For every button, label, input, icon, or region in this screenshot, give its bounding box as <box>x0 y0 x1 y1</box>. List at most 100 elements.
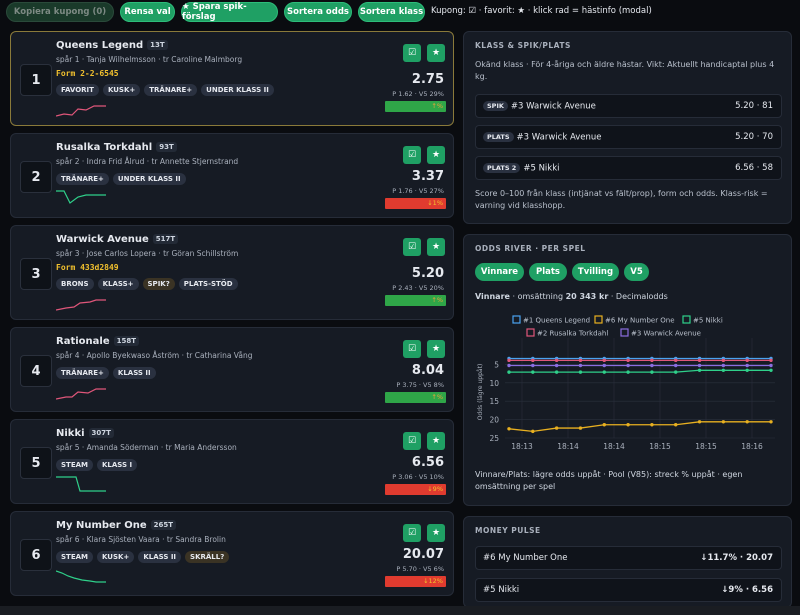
win-odds: 8.04 <box>411 363 444 378</box>
data-point <box>626 363 630 368</box>
starts-badge: 158T <box>113 336 139 346</box>
horse-card[interactable]: 4 Rationale 158T spår 4 · Apollo Byekwaso… <box>10 327 454 412</box>
horse-card[interactable]: 6 My Number One 265T spår 6 · Klara Sjöst… <box>10 511 454 596</box>
horse-card[interactable]: 3 Warwick Avenue 517T spår 3 · Jose Carlo… <box>10 225 454 320</box>
data-point <box>674 423 678 427</box>
place-v5: P 1.76 · V5 27% <box>392 187 444 195</box>
save-spik-button[interactable]: ★ Spara spik-förslag <box>181 2 278 22</box>
coupon-checkbox-icon[interactable]: ☑ <box>403 432 421 450</box>
tab-tvilling[interactable]: Tvilling <box>572 263 619 281</box>
horse-card[interactable]: 5 Nikki 307T spår 5 · Amanda Söderman · t… <box>10 419 454 504</box>
tab-plats[interactable]: Plats <box>529 263 567 281</box>
coupon-checkbox-icon[interactable]: ☑ <box>403 340 421 358</box>
pulse-row[interactable]: #5 Nikki ↓9% · 6.56 <box>475 578 782 602</box>
odds-river-chart: #1 Queens Legend #6 My Number One #5 Nikki… <box>477 315 775 451</box>
horse-tag: TRÄNARE+ <box>56 173 109 185</box>
horse-meta: spår 2 · Indra Frid Ålrud · tr Annette S… <box>56 157 239 166</box>
trend-label: ↑% <box>431 102 443 110</box>
data-point <box>554 363 559 368</box>
favorite-star-icon[interactable]: ★ <box>427 340 445 358</box>
horse-tag: TRÄNARE+ <box>56 367 109 379</box>
spik-row[interactable]: SPIK #3 Warwick Avenue 5.20 · 81 <box>475 94 782 118</box>
tag-list: TRÄNARE+ UNDER KLASS II <box>56 173 186 185</box>
plats-row[interactable]: PLATS #3 Warwick Avenue 5.20 · 70 <box>475 125 782 149</box>
sub-end: · Decimalodds <box>608 292 668 301</box>
tab-vinnare[interactable]: Vinnare <box>475 263 524 281</box>
pulse-value: ↓11.7% · 20.07 <box>700 553 773 563</box>
horse-tag: KLASS I <box>96 459 138 471</box>
row-value: 6.56 · 58 <box>735 163 773 173</box>
horse-tag: KLASS II <box>112 367 156 379</box>
start-number: 4 <box>20 355 52 387</box>
tag-list: TRÄNARE+ KLASS II <box>56 367 156 379</box>
horse-name-text: Queens Legend <box>56 40 144 51</box>
win-odds: 5.20 <box>411 266 444 281</box>
row-label: #5 Nikki <box>523 163 560 174</box>
data-point <box>578 363 583 368</box>
trend-label: ↓12% <box>423 577 443 585</box>
favorite-star-icon[interactable]: ★ <box>427 432 445 450</box>
data-point <box>650 370 654 374</box>
horse-meta: spår 3 · Jose Carlos Lopera · tr Göran S… <box>56 249 239 258</box>
coupon-checkbox-icon[interactable]: ☑ <box>403 146 421 164</box>
data-point <box>674 358 678 363</box>
horse-tag: KUSK+ <box>96 551 135 563</box>
place-v5: P 1.62 · V5 29% <box>392 90 444 98</box>
data-point <box>745 363 749 368</box>
river-subtitle: Vinnare · omsättning 20 343 kr · Decimal… <box>475 291 668 303</box>
data-point <box>769 358 773 363</box>
horse-name-text: Rationale <box>56 336 110 347</box>
tab-v5[interactable]: V5 <box>624 263 649 281</box>
sort-class-button[interactable]: Sortera klass <box>358 2 425 22</box>
pulse-row[interactable]: #6 My Number One ↓11.7% · 20.07 <box>475 546 782 570</box>
data-point <box>650 423 654 427</box>
data-point <box>650 358 654 363</box>
sub-mid: · omsättning <box>509 292 566 301</box>
data-point <box>507 358 511 363</box>
place-v5: P 3.75 · V5 8% <box>396 381 444 389</box>
odds-sparkline <box>56 570 106 583</box>
horse-meta: spår 4 · Apollo Byekwaso Åström · tr Cat… <box>56 351 253 360</box>
sub-bold: Vinnare <box>475 292 510 301</box>
klass-title: KLASS & SPIK/PLATS <box>475 41 571 50</box>
favorite-star-icon[interactable]: ★ <box>427 44 445 62</box>
legend-swatch <box>682 315 691 324</box>
row-pill: PLATS 2 <box>483 163 521 173</box>
data-point <box>721 368 726 372</box>
data-point <box>626 358 630 363</box>
win-odds: 20.07 <box>402 547 444 562</box>
taskbar <box>0 606 800 615</box>
horse-name-text: Rusalka Torkdahl <box>56 142 153 153</box>
horse-tag: BRONS <box>56 278 94 290</box>
y-tick-label: 10 <box>489 379 499 388</box>
start-number: 3 <box>20 258 52 290</box>
favorite-star-icon[interactable]: ★ <box>427 524 445 542</box>
favorite-star-icon[interactable]: ★ <box>427 238 445 256</box>
plats2-row[interactable]: PLATS 2 #5 Nikki 6.56 · 58 <box>475 156 782 180</box>
clear-button[interactable]: Rensa val <box>120 2 175 22</box>
sort-odds-button[interactable]: Sortera odds <box>284 2 352 22</box>
trend-bar: ↓12% <box>385 576 446 587</box>
starts-badge: 13T <box>147 40 168 50</box>
coupon-checkbox-icon[interactable]: ☑ <box>403 524 421 542</box>
legend-label: #2 Rusalka Torkdahl <box>537 330 608 338</box>
klass-note: Score 0–100 från klass (intjänat vs fält… <box>475 189 768 210</box>
horse-tag: KUSK+ <box>102 84 141 96</box>
place-v5: P 2.43 · V5 20% <box>392 284 444 292</box>
coupon-checkbox-icon[interactable]: ☑ <box>403 44 421 62</box>
horse-tag: FAVORIT <box>56 84 99 96</box>
favorite-star-icon[interactable]: ★ <box>427 146 445 164</box>
tag-list: STEAM KUSK+ KLASS II SKRÄLL? <box>56 551 230 563</box>
data-point <box>626 423 630 427</box>
horse-card[interactable]: 1 Queens Legend 13T spår 1 · Tanja Wilhel… <box>10 31 454 126</box>
horse-name: Queens Legend 13T <box>56 40 168 51</box>
data-point <box>578 426 583 430</box>
pulse-value: ↓9% · 6.56 <box>721 585 773 595</box>
copy-coupon-button[interactable]: Kopiera kupong (0) <box>6 2 114 22</box>
horse-form: Form 2-2-6545 <box>56 69 119 78</box>
win-odds: 2.75 <box>411 72 444 87</box>
trend-label: ↑% <box>431 393 443 401</box>
coupon-checkbox-icon[interactable]: ☑ <box>403 238 421 256</box>
horse-tag: PLATS-STÖD <box>178 278 238 290</box>
horse-card[interactable]: 2 Rusalka Torkdahl 93T spår 2 · Indra Fri… <box>10 133 454 218</box>
